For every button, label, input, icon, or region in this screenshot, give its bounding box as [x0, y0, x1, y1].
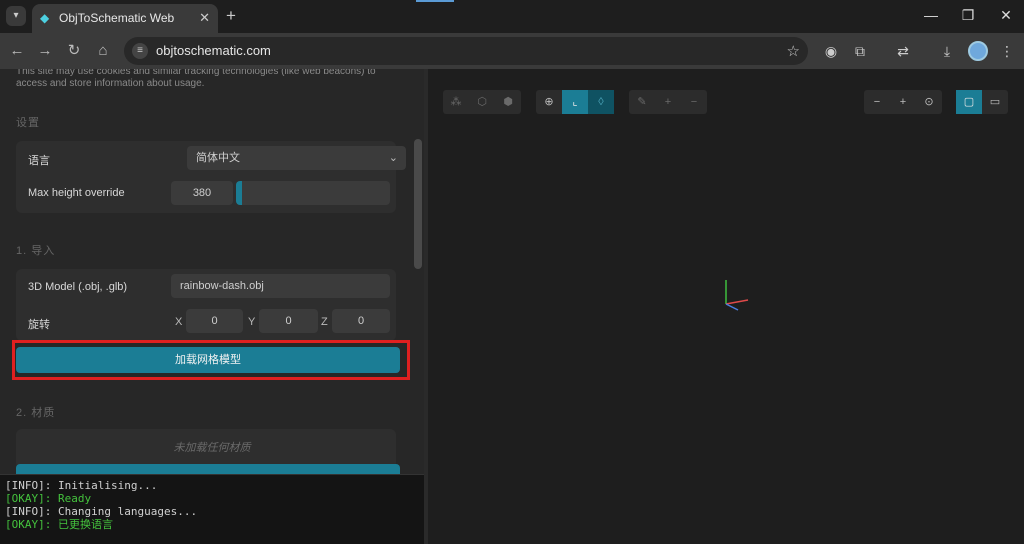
- materials-heading: 2. 材质: [16, 407, 56, 419]
- forward-arrow-icon[interactable]: →: [36, 42, 54, 60]
- settings-panel: This site may use cookies and similar tr…: [0, 69, 424, 474]
- browser-tab[interactable]: ◆ ObjToSchematic Web ✕: [32, 4, 218, 33]
- back-arrow-icon[interactable]: ←: [8, 42, 26, 60]
- block-view-icon[interactable]: ⬢: [495, 90, 521, 114]
- pencil-icon[interactable]: ✎: [629, 90, 655, 114]
- y-axis-label: Y: [248, 316, 256, 328]
- browser-tab-strip: ▾ ◆ ObjToSchematic Web ✕ + — ❐ ✕: [0, 0, 1024, 33]
- x-axis-label: X: [175, 316, 183, 328]
- bookmark-star-icon[interactable]: ☆: [787, 42, 800, 60]
- log-line: [INFO]: Initialising...: [5, 479, 158, 492]
- orthographic-icon[interactable]: ▭: [982, 90, 1008, 114]
- log-line: [OKAY]: 已更换语言: [5, 518, 113, 531]
- settings-heading: 设置: [16, 117, 40, 129]
- zoom-in-icon[interactable]: +: [890, 90, 916, 114]
- download-icon[interactable]: ⤓: [938, 42, 956, 60]
- import-heading: 1. 导入: [16, 245, 56, 257]
- perspective-icon[interactable]: ▢: [956, 90, 982, 114]
- model-label: 3D Model (.obj, .glb): [28, 281, 128, 293]
- import-group: 3D Model (.obj, .glb) rainbow-dash.obj 旋…: [16, 269, 396, 341]
- chevron-down-icon: ⌄: [388, 152, 398, 164]
- rotation-y-input[interactable]: 0: [259, 309, 318, 333]
- language-label: 语言: [28, 155, 50, 167]
- max-height-label: Max height override: [28, 187, 125, 199]
- language-value: 简体中文: [196, 152, 240, 164]
- rotation-z-input[interactable]: 0: [332, 309, 390, 333]
- recenter-icon[interactable]: ⊙: [916, 90, 942, 114]
- tab-strip-indicator: [416, 0, 454, 2]
- log-line: [INFO]: Changing languages...: [5, 505, 198, 518]
- materials-empty-message: 未加载任何材质: [173, 442, 251, 454]
- rotation-label: 旋转: [28, 319, 50, 331]
- materials-group: 未加载任何材质: [16, 429, 396, 469]
- model-file-input[interactable]: rainbow-dash.obj: [171, 274, 390, 298]
- grid-icon[interactable]: ⊕: [536, 90, 562, 114]
- panel-scrollbar[interactable]: [414, 139, 422, 269]
- translate-icon[interactable]: ⇄: [894, 42, 912, 60]
- axes-icon[interactable]: ⌞: [562, 90, 588, 114]
- bounds-icon[interactable]: ◊: [588, 90, 614, 114]
- camera-group: ▢ ▭: [956, 90, 1008, 114]
- new-tab-button[interactable]: +: [226, 6, 236, 26]
- voxel-view-icon[interactable]: ⬡: [469, 90, 495, 114]
- cookie-notice: This site may use cookies and similar tr…: [16, 69, 376, 89]
- profile-avatar[interactable]: [968, 41, 988, 61]
- restore-button[interactable]: ❐: [958, 7, 978, 24]
- highlight-box: [12, 340, 410, 380]
- minimize-button[interactable]: —: [921, 7, 941, 23]
- edit-group: ✎ + −: [629, 90, 707, 114]
- close-window-button[interactable]: ✕: [996, 7, 1016, 24]
- extensions-puzzle-icon[interactable]: ⧉: [851, 42, 869, 60]
- address-bar[interactable]: ≡ objtoschematic.com ☆: [124, 37, 808, 65]
- site-info-icon[interactable]: ≡: [132, 43, 148, 59]
- tab-close-icon[interactable]: ✕: [199, 10, 210, 26]
- address-url[interactable]: objtoschematic.com: [156, 43, 271, 58]
- max-height-input[interactable]: 380: [171, 181, 233, 205]
- 3d-viewport[interactable]: ⁂ ⬡ ⬢ ⊕ ⌞ ◊ ✎ + − − + ⊙ ▢ ▭: [428, 69, 1024, 544]
- console-log: [INFO]: Initialising... [OKAY]: Ready [I…: [0, 474, 424, 544]
- mesh-view-icon[interactable]: ⁂: [443, 90, 469, 114]
- log-line: [OKAY]: Ready: [5, 492, 92, 505]
- site-favicon-icon: ◆: [40, 11, 50, 25]
- render-mode-group: ⁂ ⬡ ⬢: [443, 90, 521, 114]
- tab-title: ObjToSchematic Web: [59, 11, 175, 25]
- zoom-group: − + ⊙: [864, 90, 942, 114]
- materials-action-button[interactable]: [16, 464, 400, 474]
- rotation-x-input[interactable]: 0: [186, 309, 243, 333]
- reload-icon[interactable]: ↻: [65, 42, 83, 60]
- max-height-slider-fill: [236, 181, 243, 205]
- overlay-group: ⊕ ⌞ ◊: [536, 90, 614, 114]
- extension-icon[interactable]: ◉: [822, 42, 840, 60]
- language-select[interactable]: 简体中文 ⌄: [187, 146, 406, 170]
- settings-group: 语言 简体中文 ⌄ Max height override 380: [16, 141, 406, 213]
- browser-menu-icon[interactable]: ⋮: [998, 42, 1016, 60]
- browser-toolbar: ← → ↻ ⌂ ≡ objtoschematic.com ☆ ◉ ⧉ ⇄ ⤓ ⋮: [0, 33, 1024, 69]
- plus-icon[interactable]: +: [655, 90, 681, 114]
- home-icon[interactable]: ⌂: [94, 42, 112, 60]
- tab-search-chevron-icon[interactable]: ▾: [6, 6, 26, 26]
- max-height-slider[interactable]: [236, 181, 390, 205]
- minus-icon[interactable]: −: [681, 90, 707, 114]
- zoom-out-icon[interactable]: −: [864, 90, 890, 114]
- z-axis-label: Z: [321, 316, 328, 328]
- axis-gizmo-icon: [725, 280, 749, 311]
